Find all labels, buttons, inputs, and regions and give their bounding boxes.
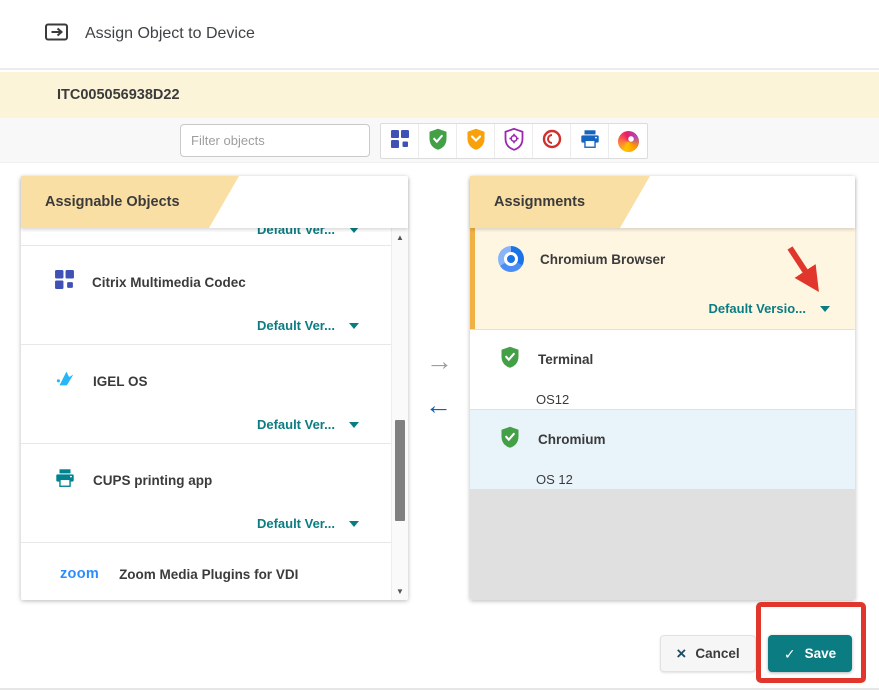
dialog-title: Assign Object to Device <box>85 25 255 43</box>
list-item-cups-printing-app[interactable]: CUPS printing app Default Ver... <box>21 444 391 543</box>
template-profiles-filter-button[interactable] <box>533 124 571 158</box>
assign-object-icon <box>44 20 70 49</box>
files-filter-button[interactable] <box>609 124 647 158</box>
object-name: Zoom Media Plugins for VDI <box>119 567 298 582</box>
os-version-label: OS12 <box>536 392 569 407</box>
assignable-objects-header: Assignable Objects <box>21 176 408 228</box>
list-item-zoom-media-plugins[interactable]: zoom Zoom Media Plugins for VDI <box>21 543 391 600</box>
assignable-objects-list: Default Ver... Citrix Multimedia Codec <box>21 228 408 600</box>
object-name: Citrix Multimedia Codec <box>92 275 246 290</box>
assign-right-arrow-button[interactable]: → <box>426 348 453 375</box>
purple-shield-gear-icon <box>502 127 526 156</box>
assignment-item-chromium-browser[interactable]: Chromium Browser Default Versio... <box>470 228 855 330</box>
green-shield-icon <box>498 425 522 454</box>
printers-filter-button[interactable] <box>571 124 609 158</box>
scrollbar-thumb[interactable] <box>395 420 405 521</box>
version-label: Default Versio... <box>708 301 806 316</box>
assignment-name: Terminal <box>538 352 593 367</box>
scroll-up-button[interactable]: ▲ <box>392 228 408 246</box>
assignment-item-terminal[interactable]: Terminal OS12 <box>470 330 855 410</box>
assignment-name: Chromium Browser <box>540 252 665 267</box>
version-dropdown[interactable]: Default Ver... <box>257 516 359 531</box>
igel-os-icon <box>54 368 76 395</box>
version-dropdown[interactable]: Default Versio... <box>708 301 830 316</box>
assignments-panel: Assignments Chromium Browser Default Ver… <box>470 176 855 600</box>
scroll-down-button[interactable]: ▼ <box>392 582 408 600</box>
version-label: Default Ver... <box>257 516 335 531</box>
version-label: Default Ver... <box>257 228 335 237</box>
list-item-igel-os[interactable]: IGEL OS Default Ver... <box>21 345 391 444</box>
object-name: CUPS printing app <box>93 473 212 488</box>
chevron-down-icon <box>349 422 359 428</box>
version-dropdown[interactable]: Default Ver... <box>257 318 359 333</box>
filter-toolbar <box>0 118 879 163</box>
blue-printer-icon <box>579 128 601 155</box>
selected-indicator <box>470 228 475 329</box>
list-item-citrix-multimedia-codec[interactable]: Citrix Multimedia Codec Default Ver... <box>21 246 391 345</box>
close-x-icon: × <box>676 645 686 662</box>
save-button[interactable]: ✓ Save <box>768 635 852 672</box>
empty-list-area <box>470 490 855 600</box>
cancel-button[interactable]: × Cancel <box>660 635 756 672</box>
version-dropdown[interactable]: Default Ver... <box>257 228 359 237</box>
vertical-scrollbar[interactable]: ▲ ▼ <box>391 228 408 600</box>
cancel-button-label: Cancel <box>695 646 739 661</box>
unassign-left-arrow-button[interactable]: ← <box>425 392 452 419</box>
dialog-header: Assign Object to Device <box>0 0 879 70</box>
chromium-browser-icon <box>498 246 524 272</box>
version-label: Default Ver... <box>257 318 335 333</box>
zoom-wordmark-icon: zoom <box>60 566 99 582</box>
orange-shield-icon <box>464 127 488 156</box>
checkmark-icon: ✓ <box>784 647 796 661</box>
object-type-filter-strip <box>380 123 648 159</box>
assignable-objects-title: Assignable Objects <box>45 194 180 210</box>
assignment-name: Chromium <box>538 432 606 447</box>
apps-filter-button[interactable] <box>381 124 419 158</box>
chevron-down-icon <box>349 323 359 329</box>
device-bar: ITC005056938D22 <box>0 72 879 118</box>
master-profiles-filter-button[interactable] <box>457 124 495 158</box>
chevron-down-icon <box>349 228 359 233</box>
save-button-label: Save <box>805 646 837 661</box>
chevron-down-icon <box>820 306 830 312</box>
app-grid-icon <box>390 129 410 154</box>
assignments-list: Chromium Browser Default Versio... Termi… <box>470 228 855 600</box>
version-dropdown[interactable]: Default Ver... <box>257 417 359 432</box>
profiles-filter-button[interactable] <box>419 124 457 158</box>
firefox-swirl-icon <box>618 131 639 152</box>
list-item-clipped-top[interactable]: Default Ver... <box>21 228 391 246</box>
red-ring-icon <box>541 128 563 155</box>
chevron-down-icon <box>349 521 359 527</box>
object-name: IGEL OS <box>93 374 148 389</box>
device-id: ITC005056938D22 <box>57 87 180 103</box>
printer-teal-icon <box>54 467 76 494</box>
priority-profiles-filter-button[interactable] <box>495 124 533 158</box>
assignments-header: Assignments <box>470 176 855 228</box>
assignable-objects-panel: Assignable Objects Default Ver... <box>21 176 408 600</box>
filter-objects-input[interactable] <box>180 124 370 157</box>
os-version-label: OS 12 <box>536 472 573 487</box>
version-label: Default Ver... <box>257 417 335 432</box>
green-shield-icon <box>426 127 450 156</box>
assignment-item-chromium[interactable]: Chromium OS 12 <box>470 410 855 490</box>
assignments-title: Assignments <box>494 194 585 210</box>
app-grid-icon <box>54 269 75 295</box>
green-shield-icon <box>498 345 522 374</box>
